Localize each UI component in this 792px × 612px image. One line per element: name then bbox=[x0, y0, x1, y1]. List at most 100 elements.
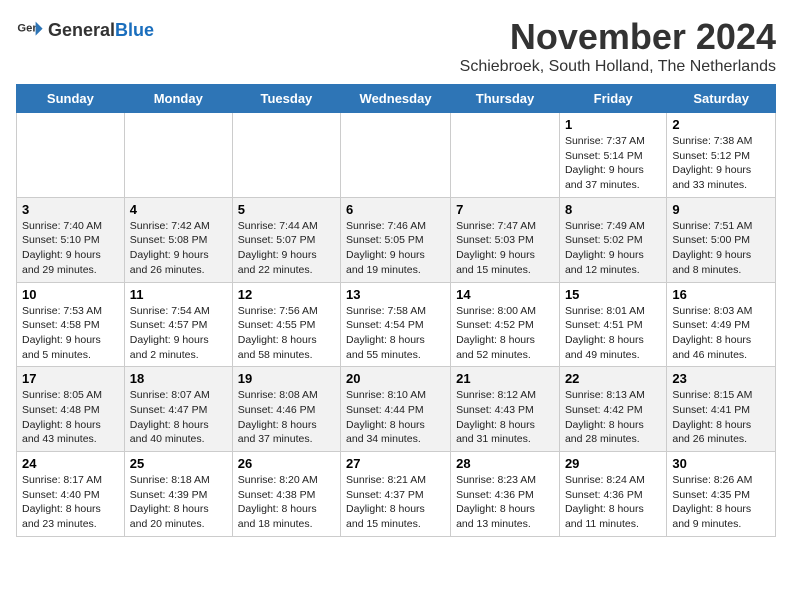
calendar-cell: 4Sunrise: 7:42 AM Sunset: 5:08 PM Daylig… bbox=[124, 197, 232, 282]
day-info: Sunrise: 8:26 AM Sunset: 4:35 PM Dayligh… bbox=[672, 473, 770, 532]
month-title: November 2024 bbox=[460, 16, 776, 58]
day-info: Sunrise: 7:58 AM Sunset: 4:54 PM Dayligh… bbox=[346, 304, 445, 363]
calendar-cell: 15Sunrise: 8:01 AM Sunset: 4:51 PM Dayli… bbox=[559, 282, 666, 367]
header: Gen GeneralBlue November 2024 Schiebroek… bbox=[16, 16, 776, 76]
day-header-tuesday: Tuesday bbox=[232, 85, 340, 113]
day-number: 25 bbox=[130, 456, 227, 471]
calendar-cell: 5 Sunrise: 7:44 AM Sunset: 5:07 PM Daylig… bbox=[232, 197, 340, 282]
day-info: Sunrise: 7:37 AM Sunset: 5:14 PM Dayligh… bbox=[565, 134, 661, 193]
day-info: Sunrise: 8:23 AM Sunset: 4:36 PM Dayligh… bbox=[456, 473, 554, 532]
calendar-cell: 9Sunrise: 7:51 AM Sunset: 5:00 PM Daylig… bbox=[667, 197, 776, 282]
calendar-cell: 20 Sunrise: 8:10 AM Sunset: 4:44 PM Dayli… bbox=[341, 367, 451, 452]
calendar-cell: 7 Sunrise: 7:47 AM Sunset: 5:03 PM Daylig… bbox=[451, 197, 560, 282]
day-info: Sunrise: 7:38 AM Sunset: 5:12 PM Dayligh… bbox=[672, 134, 770, 193]
calendar-cell: 14 Sunrise: 8:00 AM Sunset: 4:52 PM Dayli… bbox=[451, 282, 560, 367]
day-number: 9 bbox=[672, 202, 770, 217]
day-info: Sunrise: 8:05 AM Sunset: 4:48 PM Dayligh… bbox=[22, 388, 119, 447]
calendar-cell: 19Sunrise: 8:08 AM Sunset: 4:46 PM Dayli… bbox=[232, 367, 340, 452]
day-info: Sunrise: 8:12 AM Sunset: 4:43 PM Dayligh… bbox=[456, 388, 554, 447]
calendar-header-row: SundayMondayTuesdayWednesdayThursdayFrid… bbox=[17, 85, 776, 113]
day-number: 17 bbox=[22, 371, 119, 386]
day-number: 20 bbox=[346, 371, 445, 386]
day-info: Sunrise: 7:53 AM Sunset: 4:58 PM Dayligh… bbox=[22, 304, 119, 363]
day-number: 4 bbox=[130, 202, 227, 217]
day-number: 24 bbox=[22, 456, 119, 471]
day-info: Sunrise: 7:56 AM Sunset: 4:55 PM Dayligh… bbox=[238, 304, 335, 363]
day-number: 27 bbox=[346, 456, 445, 471]
day-info: Sunrise: 8:03 AM Sunset: 4:49 PM Dayligh… bbox=[672, 304, 770, 363]
day-number: 3 bbox=[22, 202, 119, 217]
calendar-cell: 29Sunrise: 8:24 AM Sunset: 4:36 PM Dayli… bbox=[559, 452, 666, 537]
day-info: Sunrise: 7:46 AM Sunset: 5:05 PM Dayligh… bbox=[346, 219, 445, 278]
day-info: Sunrise: 8:24 AM Sunset: 4:36 PM Dayligh… bbox=[565, 473, 661, 532]
calendar-cell: 6Sunrise: 7:46 AM Sunset: 5:05 PM Daylig… bbox=[341, 197, 451, 282]
calendar-table: SundayMondayTuesdayWednesdayThursdayFrid… bbox=[16, 84, 776, 537]
day-header-sunday: Sunday bbox=[17, 85, 125, 113]
calendar-cell: 22Sunrise: 8:13 AM Sunset: 4:42 PM Dayli… bbox=[559, 367, 666, 452]
day-info: Sunrise: 8:07 AM Sunset: 4:47 PM Dayligh… bbox=[130, 388, 227, 447]
day-info: Sunrise: 8:17 AM Sunset: 4:40 PM Dayligh… bbox=[22, 473, 119, 532]
day-number: 28 bbox=[456, 456, 554, 471]
day-number: 11 bbox=[130, 287, 227, 302]
day-info: Sunrise: 8:18 AM Sunset: 4:39 PM Dayligh… bbox=[130, 473, 227, 532]
day-number: 14 bbox=[456, 287, 554, 302]
calendar-cell: 13Sunrise: 7:58 AM Sunset: 4:54 PM Dayli… bbox=[341, 282, 451, 367]
day-number: 5 bbox=[238, 202, 335, 217]
calendar-cell bbox=[124, 113, 232, 198]
day-number: 30 bbox=[672, 456, 770, 471]
day-header-thursday: Thursday bbox=[451, 85, 560, 113]
day-number: 12 bbox=[238, 287, 335, 302]
day-number: 22 bbox=[565, 371, 661, 386]
day-number: 19 bbox=[238, 371, 335, 386]
day-info: Sunrise: 7:40 AM Sunset: 5:10 PM Dayligh… bbox=[22, 219, 119, 278]
week-row-2: 3 Sunrise: 7:40 AM Sunset: 5:10 PM Daylig… bbox=[17, 197, 776, 282]
calendar-cell: 25 Sunrise: 8:18 AM Sunset: 4:39 PM Dayli… bbox=[124, 452, 232, 537]
calendar-cell bbox=[341, 113, 451, 198]
day-number: 2 bbox=[672, 117, 770, 132]
calendar-cell bbox=[232, 113, 340, 198]
logo-icon: Gen bbox=[16, 16, 44, 44]
calendar-cell: 11 Sunrise: 7:54 AM Sunset: 4:57 PM Dayli… bbox=[124, 282, 232, 367]
logo: Gen GeneralBlue bbox=[16, 16, 154, 44]
week-row-4: 17 Sunrise: 8:05 AM Sunset: 4:48 PM Dayli… bbox=[17, 367, 776, 452]
subtitle: Schiebroek, South Holland, The Netherlan… bbox=[460, 58, 776, 76]
logo-blue: Blue bbox=[115, 20, 154, 40]
calendar-cell: 1 Sunrise: 7:37 AM Sunset: 5:14 PM Daylig… bbox=[559, 113, 666, 198]
day-number: 8 bbox=[565, 202, 661, 217]
week-row-1: 1 Sunrise: 7:37 AM Sunset: 5:14 PM Daylig… bbox=[17, 113, 776, 198]
calendar-cell bbox=[451, 113, 560, 198]
day-number: 10 bbox=[22, 287, 119, 302]
calendar-cell: 24 Sunrise: 8:17 AM Sunset: 4:40 PM Dayli… bbox=[17, 452, 125, 537]
day-header-friday: Friday bbox=[559, 85, 666, 113]
calendar-cell: 3 Sunrise: 7:40 AM Sunset: 5:10 PM Daylig… bbox=[17, 197, 125, 282]
day-header-wednesday: Wednesday bbox=[341, 85, 451, 113]
day-number: 1 bbox=[565, 117, 661, 132]
day-info: Sunrise: 8:00 AM Sunset: 4:52 PM Dayligh… bbox=[456, 304, 554, 363]
week-row-3: 10 Sunrise: 7:53 AM Sunset: 4:58 PM Dayli… bbox=[17, 282, 776, 367]
day-number: 18 bbox=[130, 371, 227, 386]
calendar-cell: 28 Sunrise: 8:23 AM Sunset: 4:36 PM Dayli… bbox=[451, 452, 560, 537]
title-area: November 2024 Schiebroek, South Holland,… bbox=[460, 16, 776, 76]
day-info: Sunrise: 8:21 AM Sunset: 4:37 PM Dayligh… bbox=[346, 473, 445, 532]
day-info: Sunrise: 8:01 AM Sunset: 4:51 PM Dayligh… bbox=[565, 304, 661, 363]
day-header-saturday: Saturday bbox=[667, 85, 776, 113]
day-number: 7 bbox=[456, 202, 554, 217]
calendar-cell bbox=[17, 113, 125, 198]
day-info: Sunrise: 7:44 AM Sunset: 5:07 PM Dayligh… bbox=[238, 219, 335, 278]
day-number: 23 bbox=[672, 371, 770, 386]
calendar-cell: 16 Sunrise: 8:03 AM Sunset: 4:49 PM Dayli… bbox=[667, 282, 776, 367]
week-row-5: 24 Sunrise: 8:17 AM Sunset: 4:40 PM Dayli… bbox=[17, 452, 776, 537]
calendar-cell: 8 Sunrise: 7:49 AM Sunset: 5:02 PM Daylig… bbox=[559, 197, 666, 282]
day-info: Sunrise: 7:49 AM Sunset: 5:02 PM Dayligh… bbox=[565, 219, 661, 278]
day-number: 21 bbox=[456, 371, 554, 386]
day-number: 16 bbox=[672, 287, 770, 302]
day-info: Sunrise: 7:47 AM Sunset: 5:03 PM Dayligh… bbox=[456, 219, 554, 278]
day-info: Sunrise: 7:54 AM Sunset: 4:57 PM Dayligh… bbox=[130, 304, 227, 363]
day-info: Sunrise: 8:10 AM Sunset: 4:44 PM Dayligh… bbox=[346, 388, 445, 447]
logo-general: General bbox=[48, 20, 115, 40]
calendar-cell: 21 Sunrise: 8:12 AM Sunset: 4:43 PM Dayli… bbox=[451, 367, 560, 452]
calendar-cell: 10 Sunrise: 7:53 AM Sunset: 4:58 PM Dayli… bbox=[17, 282, 125, 367]
calendar-cell: 26Sunrise: 8:20 AM Sunset: 4:38 PM Dayli… bbox=[232, 452, 340, 537]
day-number: 26 bbox=[238, 456, 335, 471]
calendar-cell: 23Sunrise: 8:15 AM Sunset: 4:41 PM Dayli… bbox=[667, 367, 776, 452]
